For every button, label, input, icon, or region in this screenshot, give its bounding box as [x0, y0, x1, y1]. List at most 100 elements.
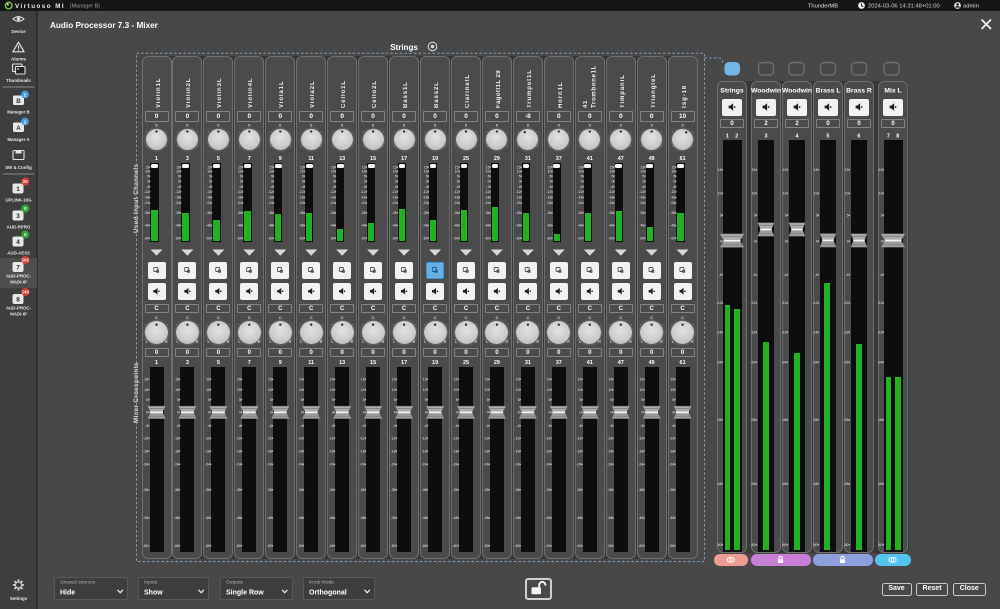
- svg-text:Alarms: Alarms: [11, 57, 26, 62]
- svg-text:-48: -48: [298, 516, 303, 520]
- svg-text:-48: -48: [423, 224, 428, 228]
- svg-text:-24: -24: [577, 201, 582, 205]
- svg-text:-4: -4: [332, 185, 335, 189]
- svg-text:-12: -12: [453, 190, 458, 194]
- svg-text:-18: -18: [361, 196, 366, 200]
- svg-text:-18: -18: [750, 330, 755, 334]
- svg-text:143: 143: [22, 290, 30, 295]
- svg-text:-48: -48: [174, 516, 179, 520]
- svg-text:-18: -18: [781, 330, 786, 334]
- svg-text:10: 10: [609, 388, 613, 392]
- svg-text:10: 10: [640, 170, 644, 174]
- svg-text:0: 0: [341, 123, 344, 128]
- svg-text:-12: -12: [236, 437, 241, 441]
- svg-text:1: 1: [155, 156, 158, 162]
- svg-text:R: R: [660, 340, 663, 344]
- svg-text:-48: -48: [750, 482, 755, 486]
- svg-text:L: L: [176, 340, 179, 344]
- svg-text:15: 15: [485, 378, 489, 382]
- svg-text:-4: -4: [783, 273, 786, 277]
- svg-text:17: 17: [401, 360, 407, 366]
- svg-text:-36: -36: [545, 488, 550, 492]
- svg-text:10: 10: [670, 388, 674, 392]
- svg-text:R: R: [351, 340, 354, 344]
- svg-text:-48: -48: [670, 224, 675, 228]
- svg-text:10: 10: [237, 388, 241, 392]
- svg-text:-24: -24: [299, 201, 304, 205]
- svg-text:0: 0: [364, 180, 366, 184]
- svg-text:-24: -24: [392, 201, 397, 205]
- svg-text:-60: -60: [206, 236, 211, 240]
- svg-text:3: 3: [186, 360, 189, 366]
- svg-text:-60: -60: [781, 543, 786, 547]
- svg-text:1: 1: [726, 134, 729, 140]
- svg-text:-4: -4: [752, 273, 755, 277]
- svg-text:C: C: [372, 315, 375, 320]
- svg-text:-24: -24: [268, 201, 273, 205]
- svg-text:31: 31: [525, 156, 531, 162]
- svg-text:(Manager B): (Manager B): [70, 4, 100, 10]
- svg-text:0: 0: [673, 180, 675, 184]
- svg-text:-12: -12: [781, 301, 786, 305]
- svg-text:20: 20: [23, 179, 28, 184]
- svg-text:-24: -24: [750, 360, 755, 364]
- svg-text:5: 5: [146, 398, 148, 402]
- svg-text:5: 5: [580, 398, 582, 402]
- svg-text:0: 0: [487, 411, 489, 415]
- svg-text:5: 5: [270, 398, 272, 402]
- svg-text:10: 10: [814, 191, 818, 195]
- svg-text:-48: -48: [268, 224, 273, 228]
- svg-text:15: 15: [814, 168, 818, 172]
- svg-text:0: 0: [395, 180, 397, 184]
- svg-text:C: C: [155, 315, 158, 320]
- svg-text:0: 0: [425, 411, 427, 415]
- svg-text:-24: -24: [669, 463, 674, 467]
- svg-text:-36: -36: [144, 211, 149, 215]
- svg-text:10: 10: [331, 170, 335, 174]
- svg-text:15: 15: [330, 378, 334, 382]
- svg-text:15: 15: [268, 378, 272, 382]
- svg-text:-60: -60: [423, 236, 428, 240]
- svg-text:-18: -18: [638, 449, 643, 453]
- svg-text:-36: -36: [607, 488, 612, 492]
- svg-text:-48: -48: [607, 516, 612, 520]
- svg-text:-12: -12: [206, 190, 211, 194]
- svg-text:10: 10: [718, 191, 722, 195]
- svg-text:-18: -18: [391, 449, 396, 453]
- svg-text:-12: -12: [422, 437, 427, 441]
- svg-text:-36: -36: [514, 488, 519, 492]
- svg-text:-4: -4: [146, 185, 149, 189]
- svg-text:-12: -12: [143, 437, 148, 441]
- svg-text:19: 19: [432, 156, 438, 162]
- svg-text:-18: -18: [205, 449, 210, 453]
- svg-text:C: C: [279, 315, 282, 320]
- svg-text:-18: -18: [545, 449, 550, 453]
- svg-text:AUD-PROC-: AUD-PROC-: [6, 306, 32, 311]
- svg-text:-60: -60: [452, 544, 457, 548]
- svg-text:-24: -24: [843, 360, 848, 364]
- svg-text:R: R: [567, 340, 570, 344]
- svg-text:-24: -24: [638, 463, 643, 467]
- svg-text:5: 5: [581, 174, 583, 178]
- svg-text:-4: -4: [609, 424, 612, 428]
- svg-text:Unused sources: Unused sources: [60, 580, 96, 586]
- svg-text:-18: -18: [546, 196, 551, 200]
- svg-text:0: 0: [186, 123, 189, 128]
- svg-text:Brass R: Brass R: [846, 88, 872, 95]
- svg-text:C: C: [588, 315, 591, 320]
- svg-text:-24: -24: [329, 463, 334, 467]
- svg-text:2024-03-06 14:31:48+01:00: 2024-03-06 14:31:48+01:00: [868, 4, 940, 10]
- svg-text:-24: -24: [423, 201, 428, 205]
- svg-text:-48: -48: [143, 516, 148, 520]
- svg-text:8: 8: [16, 296, 20, 303]
- svg-text:41: 41: [587, 156, 593, 162]
- svg-text:Show: Show: [144, 590, 163, 597]
- svg-text:15: 15: [392, 378, 396, 382]
- svg-text:-24: -24: [877, 360, 882, 364]
- svg-text:-12: -12: [267, 437, 272, 441]
- svg-text:L: L: [393, 340, 396, 344]
- svg-text:MADI-IP: MADI-IP: [10, 312, 27, 317]
- svg-text:10: 10: [578, 388, 582, 392]
- svg-text:-36: -36: [484, 211, 489, 215]
- svg-text:5: 5: [301, 398, 303, 402]
